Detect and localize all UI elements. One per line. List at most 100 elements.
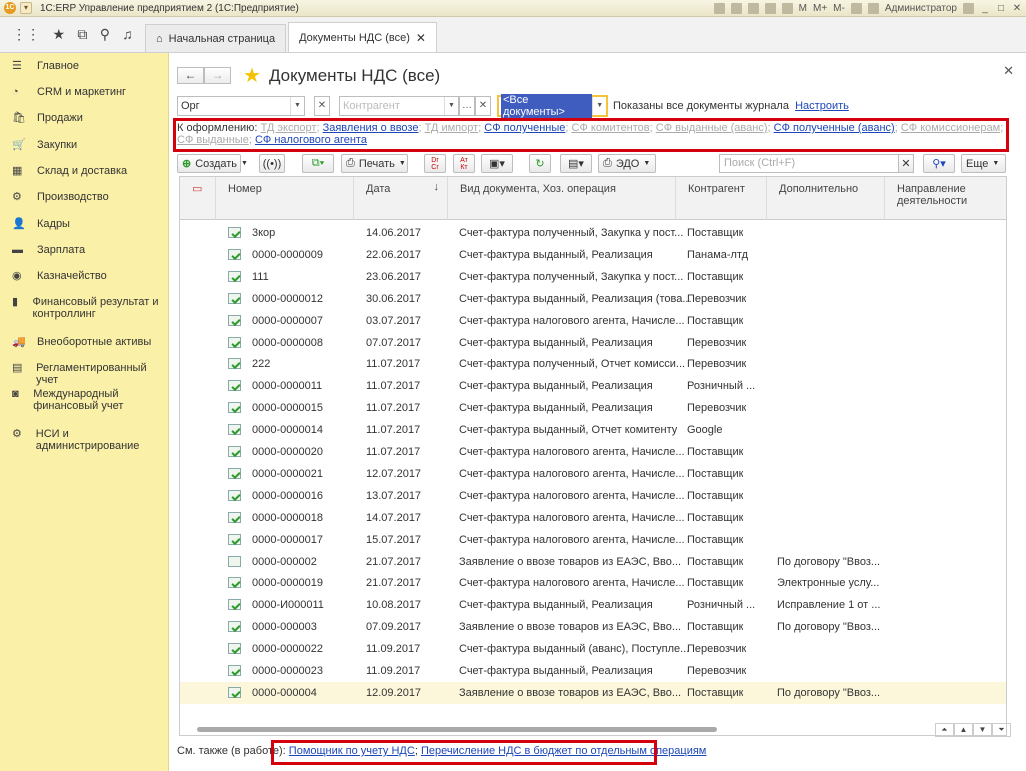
print-icon[interactable] xyxy=(713,2,725,14)
info-icon[interactable] xyxy=(867,2,879,14)
bell-icon[interactable]: ♫ xyxy=(122,26,133,42)
table-row[interactable]: 0000-0000012 30.06.2017 Счет-фактура выдан… xyxy=(180,288,1006,310)
search-button[interactable]: ⚲▾ xyxy=(923,154,955,173)
zoom-icon[interactable] xyxy=(850,2,862,14)
table-row[interactable]: 0000-0000015 11.07.2017 Счет-фактура выдан… xyxy=(180,397,1006,419)
table-row[interactable]: 0000-И000011 10.08.2017 Счет-фактура выдан… xyxy=(180,594,1006,616)
sidebar-item-13[interactable]: ⚙ НСИ и администрирование xyxy=(0,428,169,452)
todo-link-0[interactable]: ТД экспорт xyxy=(261,122,317,134)
reports-button[interactable]: ▤▾ xyxy=(560,154,592,173)
todo-link-3[interactable]: СФ полученные xyxy=(484,122,565,134)
favorite-star-icon[interactable]: ★ xyxy=(243,63,261,88)
todo-link-4[interactable]: СФ комитентов xyxy=(572,122,650,134)
column-number[interactable]: Номер xyxy=(216,177,354,220)
close-window-icon[interactable]: ✕ xyxy=(1012,3,1022,14)
clear-counterparty-button[interactable]: ✕ xyxy=(475,96,491,116)
maximize-icon[interactable]: □ xyxy=(996,3,1006,14)
organization-field[interactable]: Орг ▼ xyxy=(177,96,305,116)
select-counterparty-button[interactable]: … xyxy=(459,96,475,116)
search-input[interactable]: Поиск (Ctrl+F) xyxy=(719,154,914,173)
sidebar-item-3[interactable]: 🛒 Закупки xyxy=(0,139,169,151)
table-row[interactable]: 0000-0000020 11.07.2017 Счет-фактура налог… xyxy=(180,441,1006,463)
at-kt-button[interactable]: Ат Кт xyxy=(453,154,475,173)
counterparty-field[interactable]: Контрагент ▼ xyxy=(339,96,459,116)
clear-search-button[interactable]: ✕ xyxy=(898,154,914,173)
memory-mplus-button[interactable]: M+ xyxy=(813,3,827,14)
column-kind[interactable]: Вид документа, Хоз. операция xyxy=(448,177,676,220)
sidebar-item-9[interactable]: ▮ Финансовый результат и контроллинг xyxy=(0,296,169,320)
horizontal-scrollbar[interactable] xyxy=(179,725,924,733)
todo-link-1[interactable]: Заявления о ввозе xyxy=(323,122,419,134)
table-row[interactable]: 0000-0000009 22.06.2017 Счет-фактура выдан… xyxy=(180,244,1006,266)
column-extra[interactable]: Дополнительно xyxy=(767,177,885,220)
table-row[interactable]: 3кор 14.06.2017 Счет-фактура полученный, З… xyxy=(180,222,1006,244)
scroll-bottom-icon[interactable]: ⏷ xyxy=(992,723,1011,737)
forward-button[interactable]: → xyxy=(204,67,231,84)
sidebar-item-2[interactable]: 🛍 Продажи xyxy=(0,112,169,124)
clear-org-button[interactable]: ✕ xyxy=(314,96,330,116)
documents-table[interactable]: ▭ Номер Дата ↓ Вид документа, Хоз. операц… xyxy=(179,176,1007,736)
chevron-down-icon[interactable]: ▼ xyxy=(592,97,606,115)
refresh-button[interactable]: ↻ xyxy=(529,154,551,173)
minimize-icon[interactable]: _ xyxy=(980,3,990,14)
save-icon[interactable] xyxy=(747,2,759,14)
table-row[interactable]: 0000-0000022 11.09.2017 Счет-фактура выдан… xyxy=(180,638,1006,660)
memory-m-button[interactable]: M xyxy=(799,3,807,14)
1c-logo-icon[interactable]: 1C xyxy=(4,2,16,14)
calculator-icon[interactable] xyxy=(764,2,776,14)
more-button[interactable]: Еще ▼ xyxy=(961,154,1006,173)
sidebar-item-1[interactable]: ◔ CRM и маркетинг xyxy=(0,86,169,98)
table-row[interactable]: 0000-0000021 12.07.2017 Счет-фактура налог… xyxy=(180,463,1006,485)
tab-home[interactable]: ⌂ Начальная страница xyxy=(145,24,287,52)
search-icon[interactable]: ⚲ xyxy=(100,26,110,43)
sidebar-item-5[interactable]: ⚙ Производство xyxy=(0,191,169,203)
sidebar-item-11[interactable]: ▤ Регламентированный учет xyxy=(0,362,169,386)
chevron-down-icon[interactable]: ▼ xyxy=(444,97,458,115)
sidebar-item-0[interactable]: ☰ Главное xyxy=(0,60,169,72)
back-button[interactable]: ← xyxy=(177,67,204,84)
favorites-star-icon[interactable]: ★ xyxy=(52,26,65,43)
user-name[interactable]: Администратор xyxy=(885,3,957,14)
todo-link-7[interactable]: СФ комиссионерам xyxy=(901,122,1000,134)
table-row[interactable]: 0000-0000017 15.07.2017 Счет-фактура налог… xyxy=(180,529,1006,551)
table-row[interactable]: 0000-000002 21.07.2017 Заявление о ввозе т… xyxy=(180,551,1006,573)
table-row[interactable]: 0000-0000019 21.07.2017 Счет-фактура налог… xyxy=(180,572,1006,594)
todo-link-2[interactable]: ТД импорт xyxy=(425,122,479,134)
todo-link-9[interactable]: СФ налогового агента xyxy=(255,134,367,146)
column-date[interactable]: Дата ↓ xyxy=(354,177,448,220)
sidebar-item-12[interactable]: ◙ Международный финансовый учет xyxy=(0,388,169,412)
dropdown-menu-icon[interactable]: ▾ xyxy=(20,2,32,14)
exchange-button[interactable]: ((•)) xyxy=(259,154,285,173)
doc-type-column-icon[interactable]: ▭ xyxy=(180,177,216,220)
tab-vat-documents[interactable]: Документы НДС (все) ✕ xyxy=(288,22,437,52)
attach-button[interactable]: ▣▾ xyxy=(481,154,513,173)
table-row[interactable]: 0000-0000016 13.07.2017 Счет-фактура налог… xyxy=(180,485,1006,507)
structure-button[interactable]: ⧉▾ xyxy=(302,154,334,173)
table-row[interactable]: 0000-0000007 03.07.2017 Счет-фактура налог… xyxy=(180,310,1006,332)
chevron-down-icon[interactable]: ▼ xyxy=(290,97,304,115)
apps-grid-icon[interactable]: ⋮⋮ xyxy=(12,26,40,43)
scroll-top-icon[interactable]: ⏶ xyxy=(935,723,954,737)
table-row[interactable]: 0000-0000023 11.09.2017 Счет-фактура выдан… xyxy=(180,660,1006,682)
table-row[interactable]: 111 23.06.2017 Счет-фактура полученный, За… xyxy=(180,266,1006,288)
table-row[interactable]: 0000-000004 12.09.2017 Заявление о ввозе т… xyxy=(180,681,1006,704)
column-counterparty[interactable]: Контрагент xyxy=(676,177,767,220)
edo-button[interactable]: ⎙ ЭДО ▼ xyxy=(598,154,656,173)
todo-link-6[interactable]: СФ полученные (аванс) xyxy=(774,122,895,134)
table-row[interactable]: 0000-000003 07.09.2017 Заявление о ввозе т… xyxy=(180,616,1006,638)
dt-kt-button[interactable]: Dr Cr xyxy=(424,154,446,173)
link-icon[interactable] xyxy=(730,2,742,14)
table-row[interactable]: 0000-0000011 11.07.2017 Счет-фактура выдан… xyxy=(180,375,1006,397)
tab-close-icon[interactable]: ✕ xyxy=(416,31,426,45)
table-row[interactable]: 0000-0000008 07.07.2017 Счет-фактура выдан… xyxy=(180,332,1006,354)
sidebar-item-8[interactable]: ◉ Казначейство xyxy=(0,270,169,282)
table-row[interactable]: 0000-0000018 14.07.2017 Счет-фактура налог… xyxy=(180,507,1006,529)
sidebar-item-7[interactable]: ▬ Зарплата xyxy=(0,244,169,256)
memory-mminus-button[interactable]: M- xyxy=(833,3,845,14)
scroll-down-icon[interactable]: ▼ xyxy=(973,723,992,737)
document-type-select[interactable]: <Все документы> ▼ xyxy=(497,94,608,118)
todo-link-8[interactable]: СФ выданные xyxy=(177,134,249,146)
sidebar-item-6[interactable]: 👤 Кадры xyxy=(0,218,169,230)
table-row[interactable]: 222 11.07.2017 Счет-фактура полученный, От… xyxy=(180,353,1006,375)
history-icon[interactable]: ⧉ xyxy=(77,26,87,43)
